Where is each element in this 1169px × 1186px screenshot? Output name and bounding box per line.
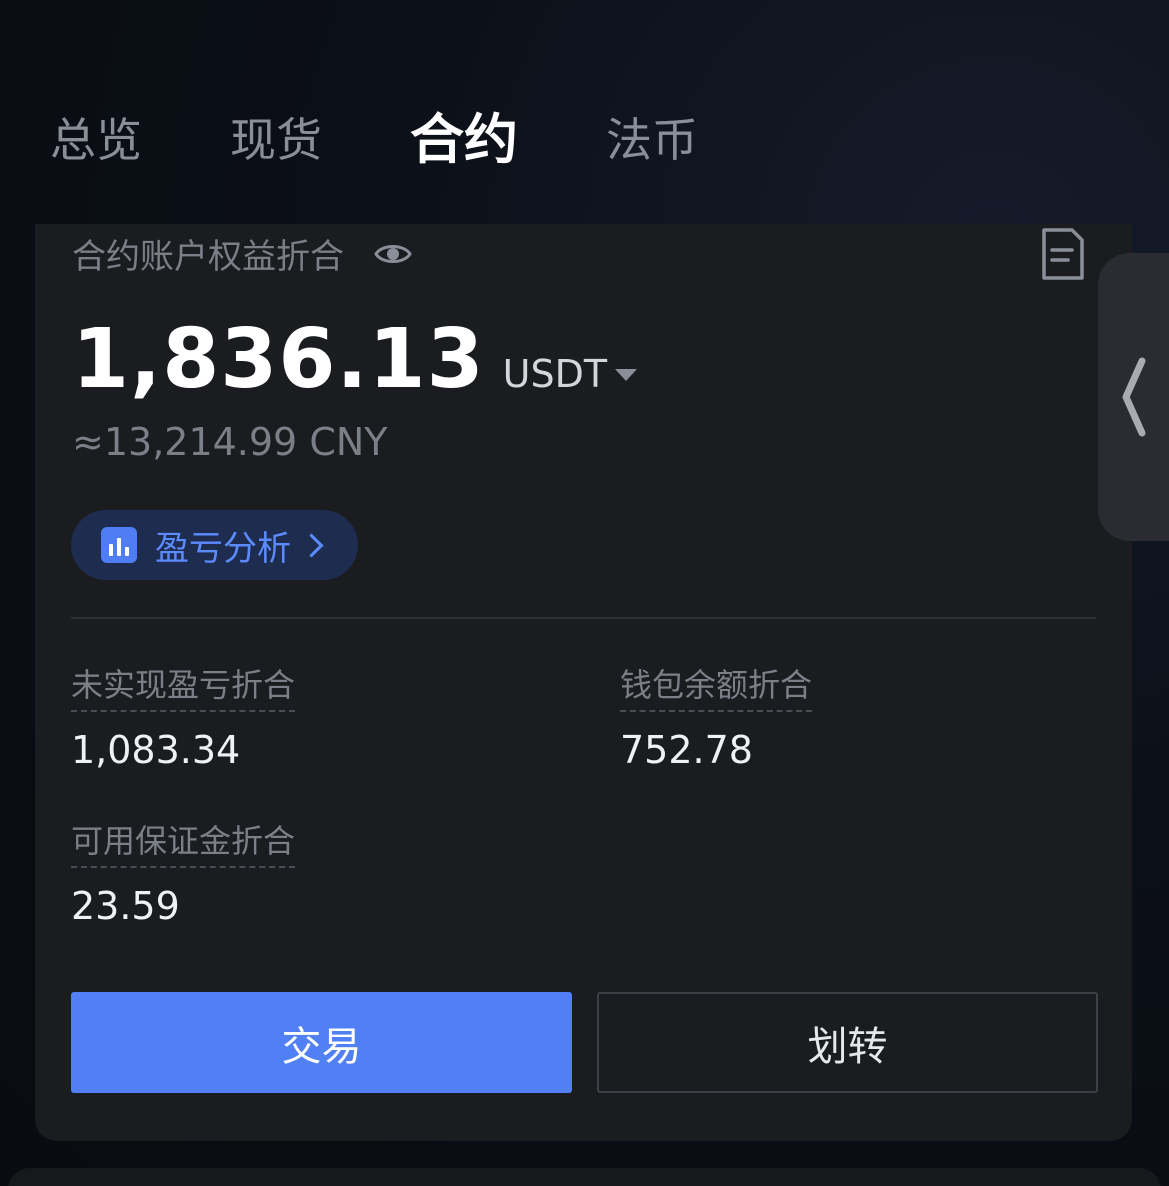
tab-overview[interactable]: 总览 bbox=[50, 117, 142, 163]
unrealized-pnl-metric: 未实现盈亏折合 1,083.34 bbox=[71, 660, 296, 772]
account-tabs: 总览 现货 合约 法币 bbox=[50, 100, 786, 180]
wallet-balance-metric: 钱包余额折合 752.78 bbox=[620, 660, 813, 772]
currency-selector[interactable]: USDT bbox=[503, 352, 607, 396]
futures-account-card: 合约账户权益折合 1,836.13 USDT ≈13,214.99 CNY 盈亏… bbox=[35, 224, 1132, 1141]
document-icon[interactable] bbox=[1038, 226, 1086, 282]
chevron-right-icon bbox=[299, 532, 324, 558]
eye-icon[interactable] bbox=[374, 240, 412, 268]
wallet-balance-label[interactable]: 钱包余额折合 bbox=[620, 660, 813, 712]
tab-spot[interactable]: 现货 bbox=[230, 117, 322, 163]
pnl-analysis-label: 盈亏分析 bbox=[155, 528, 291, 569]
balance-row: 1,836.13 USDT bbox=[72, 312, 638, 407]
available-margin-metric: 可用保证金折合 23.59 bbox=[71, 816, 296, 928]
app-screen: 总览 现货 合约 法币 合约账户权益折合 1,836.13 USDT ≈13,2… bbox=[0, 0, 1169, 1186]
trade-button[interactable]: 交易 bbox=[71, 992, 572, 1093]
tab-futures[interactable]: 合约 bbox=[410, 113, 518, 167]
unrealized-pnl-value: 1,083.34 bbox=[71, 728, 241, 772]
next-card-peek bbox=[8, 1168, 1161, 1186]
side-drawer-handle[interactable] bbox=[1098, 253, 1169, 541]
total-equity-value: 1,836.13 bbox=[72, 312, 485, 407]
transfer-button[interactable]: 划转 bbox=[597, 992, 1098, 1093]
tab-fiat[interactable]: 法币 bbox=[606, 117, 698, 163]
pnl-analysis-button[interactable]: 盈亏分析 bbox=[71, 510, 358, 580]
caret-down-icon[interactable] bbox=[615, 369, 638, 381]
chevron-left-icon bbox=[1122, 357, 1146, 437]
fiat-equivalent: ≈13,214.99 CNY bbox=[72, 420, 388, 464]
available-margin-value: 23.59 bbox=[71, 884, 180, 928]
card-header: 合约账户权益折合 bbox=[72, 229, 412, 278]
wallet-balance-value: 752.78 bbox=[620, 728, 753, 772]
account-equity-title: 合约账户权益折合 bbox=[72, 237, 344, 277]
available-margin-label[interactable]: 可用保证金折合 bbox=[71, 816, 296, 868]
unrealized-pnl-label[interactable]: 未实现盈亏折合 bbox=[71, 660, 296, 712]
bar-chart-icon bbox=[101, 527, 137, 563]
divider bbox=[71, 617, 1096, 619]
